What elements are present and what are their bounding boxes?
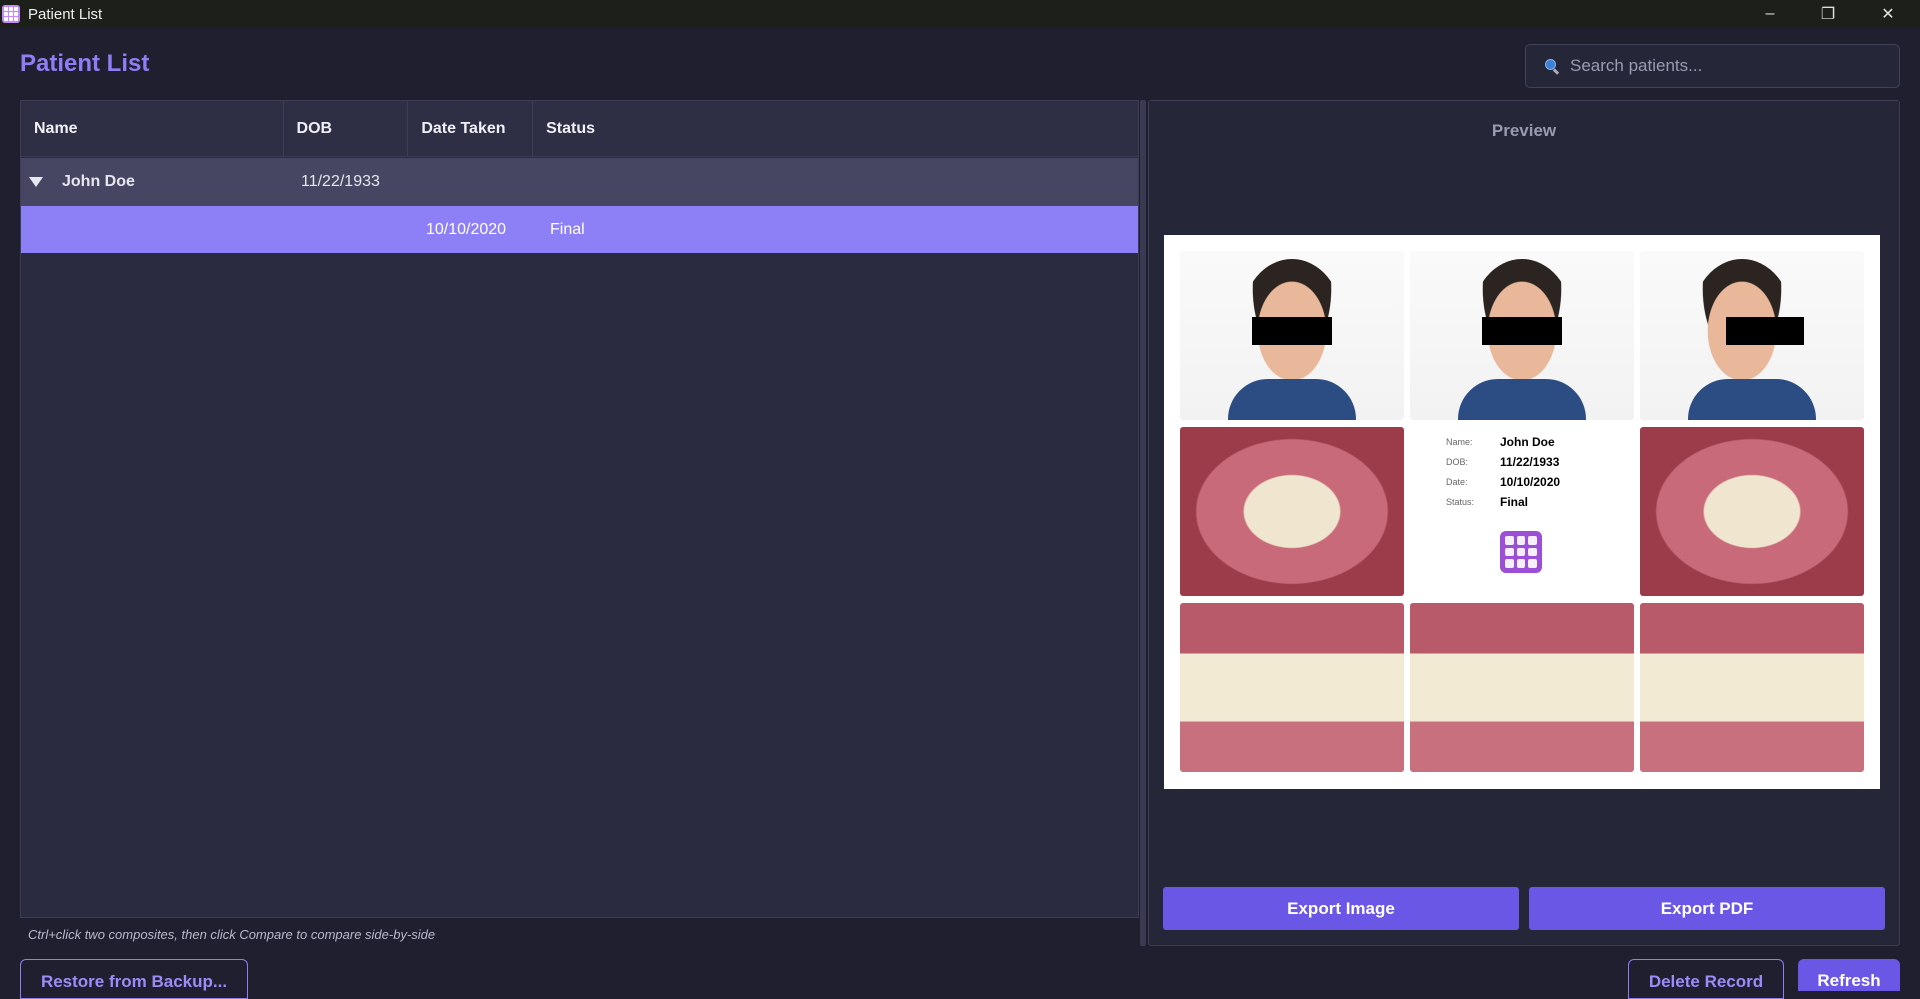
eye-redaction-bar <box>1482 317 1562 345</box>
info-label-status: Status: <box>1446 497 1475 507</box>
column-header-status[interactable]: Status <box>533 101 1138 156</box>
panel-splitter[interactable] <box>1140 100 1146 946</box>
delete-record-button[interactable]: Delete Record <box>1628 959 1784 999</box>
preview-panel: Preview Name: John Doe DOB: 11/22/1933 D… <box>1148 100 1900 946</box>
table-row-patient[interactable]: John Doe 11/22/1933 <box>21 158 1138 206</box>
table-header: Name DOB Date Taken Status <box>21 101 1138 157</box>
info-value-status: Final <box>1500 495 1529 509</box>
preview-title: Preview <box>1491 121 1557 140</box>
window-title: Patient List <box>28 5 103 23</box>
expand-caret-icon[interactable] <box>29 177 43 187</box>
photo-frontal-occlusion <box>1410 603 1634 772</box>
export-pdf-button[interactable]: Export PDF <box>1529 887 1885 930</box>
patient-name: John Doe <box>62 173 135 190</box>
export-image-button[interactable]: Export Image <box>1163 887 1519 930</box>
patient-info-card: Name: John Doe DOB: 11/22/1933 Date: 10/… <box>1410 421 1634 590</box>
info-value-dob: 11/22/1933 <box>1500 455 1560 469</box>
app-logo-icon <box>1500 531 1542 573</box>
info-label-name: Name: <box>1446 437 1473 447</box>
info-label-dob: DOB: <box>1446 457 1469 467</box>
refresh-button[interactable]: Refresh <box>1798 959 1900 991</box>
search-icon <box>1544 58 1560 74</box>
app-grid-icon <box>2 5 20 23</box>
photo-frontal-rest <box>1410 251 1634 420</box>
minimize-icon: – <box>1765 5 1775 22</box>
photo-upper-occlusal <box>1180 427 1404 596</box>
photo-profile <box>1640 251 1864 420</box>
close-icon: ✕ <box>1881 6 1895 23</box>
restore-backup-button[interactable]: Restore from Backup... <box>20 959 248 999</box>
restore-icon: ❐ <box>1820 6 1836 23</box>
search-input[interactable] <box>1570 56 1870 76</box>
info-label-date: Date: <box>1446 477 1468 487</box>
column-header-date-taken[interactable]: Date Taken <box>408 101 534 156</box>
photo-frontal-smile <box>1180 251 1404 420</box>
patient-table: Name DOB Date Taken Status John Doe 11/2… <box>20 100 1139 918</box>
photo-left-buccal <box>1640 603 1864 772</box>
search-box[interactable] <box>1525 44 1900 88</box>
composite-date-taken: 10/10/2020 <box>426 220 507 238</box>
page-title: Patient List <box>20 50 150 77</box>
table-row-composite[interactable]: 10/10/2020 Final <box>21 206 1138 253</box>
column-header-dob[interactable]: DOB <box>284 101 409 156</box>
photo-right-buccal <box>1180 603 1404 772</box>
column-header-name[interactable]: Name <box>21 101 284 156</box>
title-bar: Patient List – ❐ ✕ <box>0 0 1920 28</box>
info-value-date: 10/10/2020 <box>1500 475 1561 489</box>
minimize-button[interactable]: – <box>1742 0 1798 28</box>
eye-redaction-bar <box>1726 317 1804 345</box>
info-value-name: John Doe <box>1500 435 1555 449</box>
close-button[interactable]: ✕ <box>1860 0 1916 28</box>
eye-redaction-bar <box>1252 317 1332 345</box>
patient-dob: 11/22/1933 <box>301 173 380 190</box>
restore-button[interactable]: ❐ <box>1800 0 1856 28</box>
composite-status: Final <box>550 220 585 238</box>
composite-image: Name: John Doe DOB: 11/22/1933 Date: 10/… <box>1164 235 1880 789</box>
compare-hint: Ctrl+click two composites, then click Co… <box>28 927 436 942</box>
photo-lower-occlusal <box>1640 427 1864 596</box>
